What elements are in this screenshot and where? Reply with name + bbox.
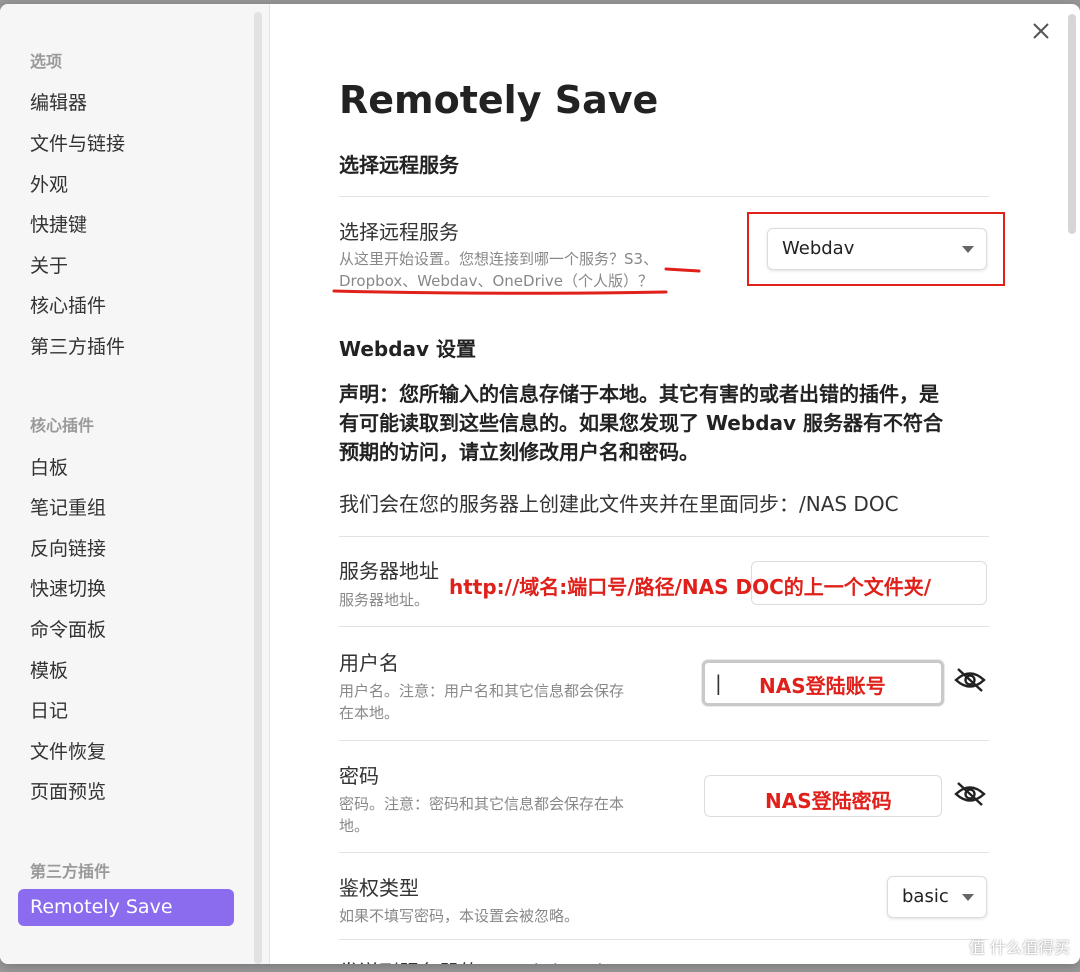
settings-sidebar: 选项 编辑器 文件与链接 外观 快捷键 关于 核心插件 第三方插件 核心插件 白… xyxy=(0,4,270,964)
close-icon[interactable] xyxy=(1032,22,1050,40)
username-label: 用户名 xyxy=(339,651,399,675)
username-annotation: NAS登陆账号 xyxy=(759,674,886,698)
content-scrollbar[interactable] xyxy=(1068,14,1076,234)
sidebar-scrollbar[interactable] xyxy=(254,12,262,964)
sidebar-item-daily-notes[interactable]: 日记 xyxy=(30,696,68,723)
password-annotation: NAS登陆密码 xyxy=(765,789,892,813)
password-label: 密码 xyxy=(339,764,379,788)
section-heading-remote-service: 选择远程服务 xyxy=(339,153,459,177)
username-input[interactable]: | NAS登陆账号 xyxy=(702,660,944,706)
settings-modal: 选项 编辑器 文件与链接 外观 快捷键 关于 核心插件 第三方插件 核心插件 白… xyxy=(0,4,1080,964)
settings-content: Remotely Save 选择远程服务 选择远程服务 从这里开始设置。您想连接… xyxy=(271,4,1080,964)
sidebar-heading-core-plugins: 核心插件 xyxy=(30,416,95,435)
chevron-down-icon xyxy=(962,246,974,253)
depth-header-label: 发送到服务器的 Depth header xyxy=(339,956,623,964)
eye-off-icon[interactable] xyxy=(953,780,987,808)
sidebar-item-quick-switcher[interactable]: 快速切换 xyxy=(30,574,106,601)
disclaimer-line: 声明：您所输入的信息存储于本地。其它有害的或者出错的插件，是 xyxy=(339,382,939,406)
remote-service-selected-value: Webdav xyxy=(782,238,855,259)
divider xyxy=(339,196,989,197)
divider xyxy=(339,626,989,627)
sidebar-item-files-links[interactable]: 文件与链接 xyxy=(30,129,125,156)
sidebar-item-page-preview[interactable]: 页面预览 xyxy=(30,777,106,804)
auth-type-selected-value: basic xyxy=(902,886,949,907)
server-address-annotation: http://域名:端口号/路径/NAS DOC的上一个文件夹/ xyxy=(449,575,932,599)
divider xyxy=(339,536,989,537)
page-title: Remotely Save xyxy=(339,78,659,122)
sidebar-heading-community-plugins: 第三方插件 xyxy=(30,862,111,881)
text-cursor: | xyxy=(715,671,722,695)
remote-service-label: 选择远程服务 xyxy=(339,220,459,244)
remote-service-select[interactable]: Webdav xyxy=(767,228,987,270)
password-desc-line1: 密码。注意：密码和其它信息都会保存在本 xyxy=(339,795,625,813)
sync-folder-note: 我们会在您的服务器上创建此文件夹并在里面同步：/NAS DOC xyxy=(339,492,899,516)
chevron-down-icon xyxy=(962,894,974,901)
password-input[interactable]: NAS登陆密码 xyxy=(704,775,942,817)
disclaimer-line: 预期的访问，请立刻修改用户名和密码。 xyxy=(339,440,699,464)
auth-type-select[interactable]: basic xyxy=(887,876,987,918)
disclaimer-line: 有可能读取到这些信息的。如果您发现了 Webdav 服务器有不符合 xyxy=(339,411,944,435)
sidebar-item-hotkeys[interactable]: 快捷键 xyxy=(30,210,87,237)
server-address-desc: 服务器地址。 xyxy=(339,591,430,609)
eye-off-icon[interactable] xyxy=(953,666,987,694)
password-desc-line2: 地。 xyxy=(339,817,370,835)
username-desc-line1: 用户名。注意：用户名和其它信息都会保存 xyxy=(339,682,625,700)
sidebar-item-file-recovery[interactable]: 文件恢复 xyxy=(30,737,106,764)
sidebar-item-canvas[interactable]: 白板 xyxy=(30,453,68,480)
sidebar-item-core-plugins[interactable]: 核心插件 xyxy=(30,291,106,318)
sidebar-item-about[interactable]: 关于 xyxy=(30,251,68,278)
sidebar-item-editor[interactable]: 编辑器 xyxy=(30,88,87,115)
red-underline-annotation xyxy=(332,267,701,295)
sidebar-heading-options: 选项 xyxy=(30,52,63,71)
username-desc-line2: 在本地。 xyxy=(339,704,400,722)
server-address-label: 服务器地址 xyxy=(339,559,439,583)
auth-type-desc: 如果不填写密码，本设置会被忽略。 xyxy=(339,907,580,925)
divider xyxy=(339,740,989,741)
sidebar-item-remotely-save[interactable]: Remotely Save xyxy=(18,889,234,926)
sidebar-item-note-composer[interactable]: 笔记重组 xyxy=(30,493,106,520)
divider xyxy=(339,939,989,940)
section-heading-webdav: Webdav 设置 xyxy=(339,337,477,361)
webdav-disclaimer: 声明：您所输入的信息存储于本地。其它有害的或者出错的插件，是 有可能读取到这些信… xyxy=(339,380,943,467)
sidebar-item-appearance[interactable]: 外观 xyxy=(30,170,68,197)
divider xyxy=(339,852,989,853)
watermark: 值 什么值得买 xyxy=(968,938,1070,957)
auth-type-label: 鉴权类型 xyxy=(339,876,419,900)
sidebar-item-community-plugins[interactable]: 第三方插件 xyxy=(30,332,125,359)
sidebar-item-backlinks[interactable]: 反向链接 xyxy=(30,534,106,561)
sidebar-item-command-palette[interactable]: 命令面板 xyxy=(30,615,106,642)
sidebar-item-templates[interactable]: 模板 xyxy=(30,656,68,683)
